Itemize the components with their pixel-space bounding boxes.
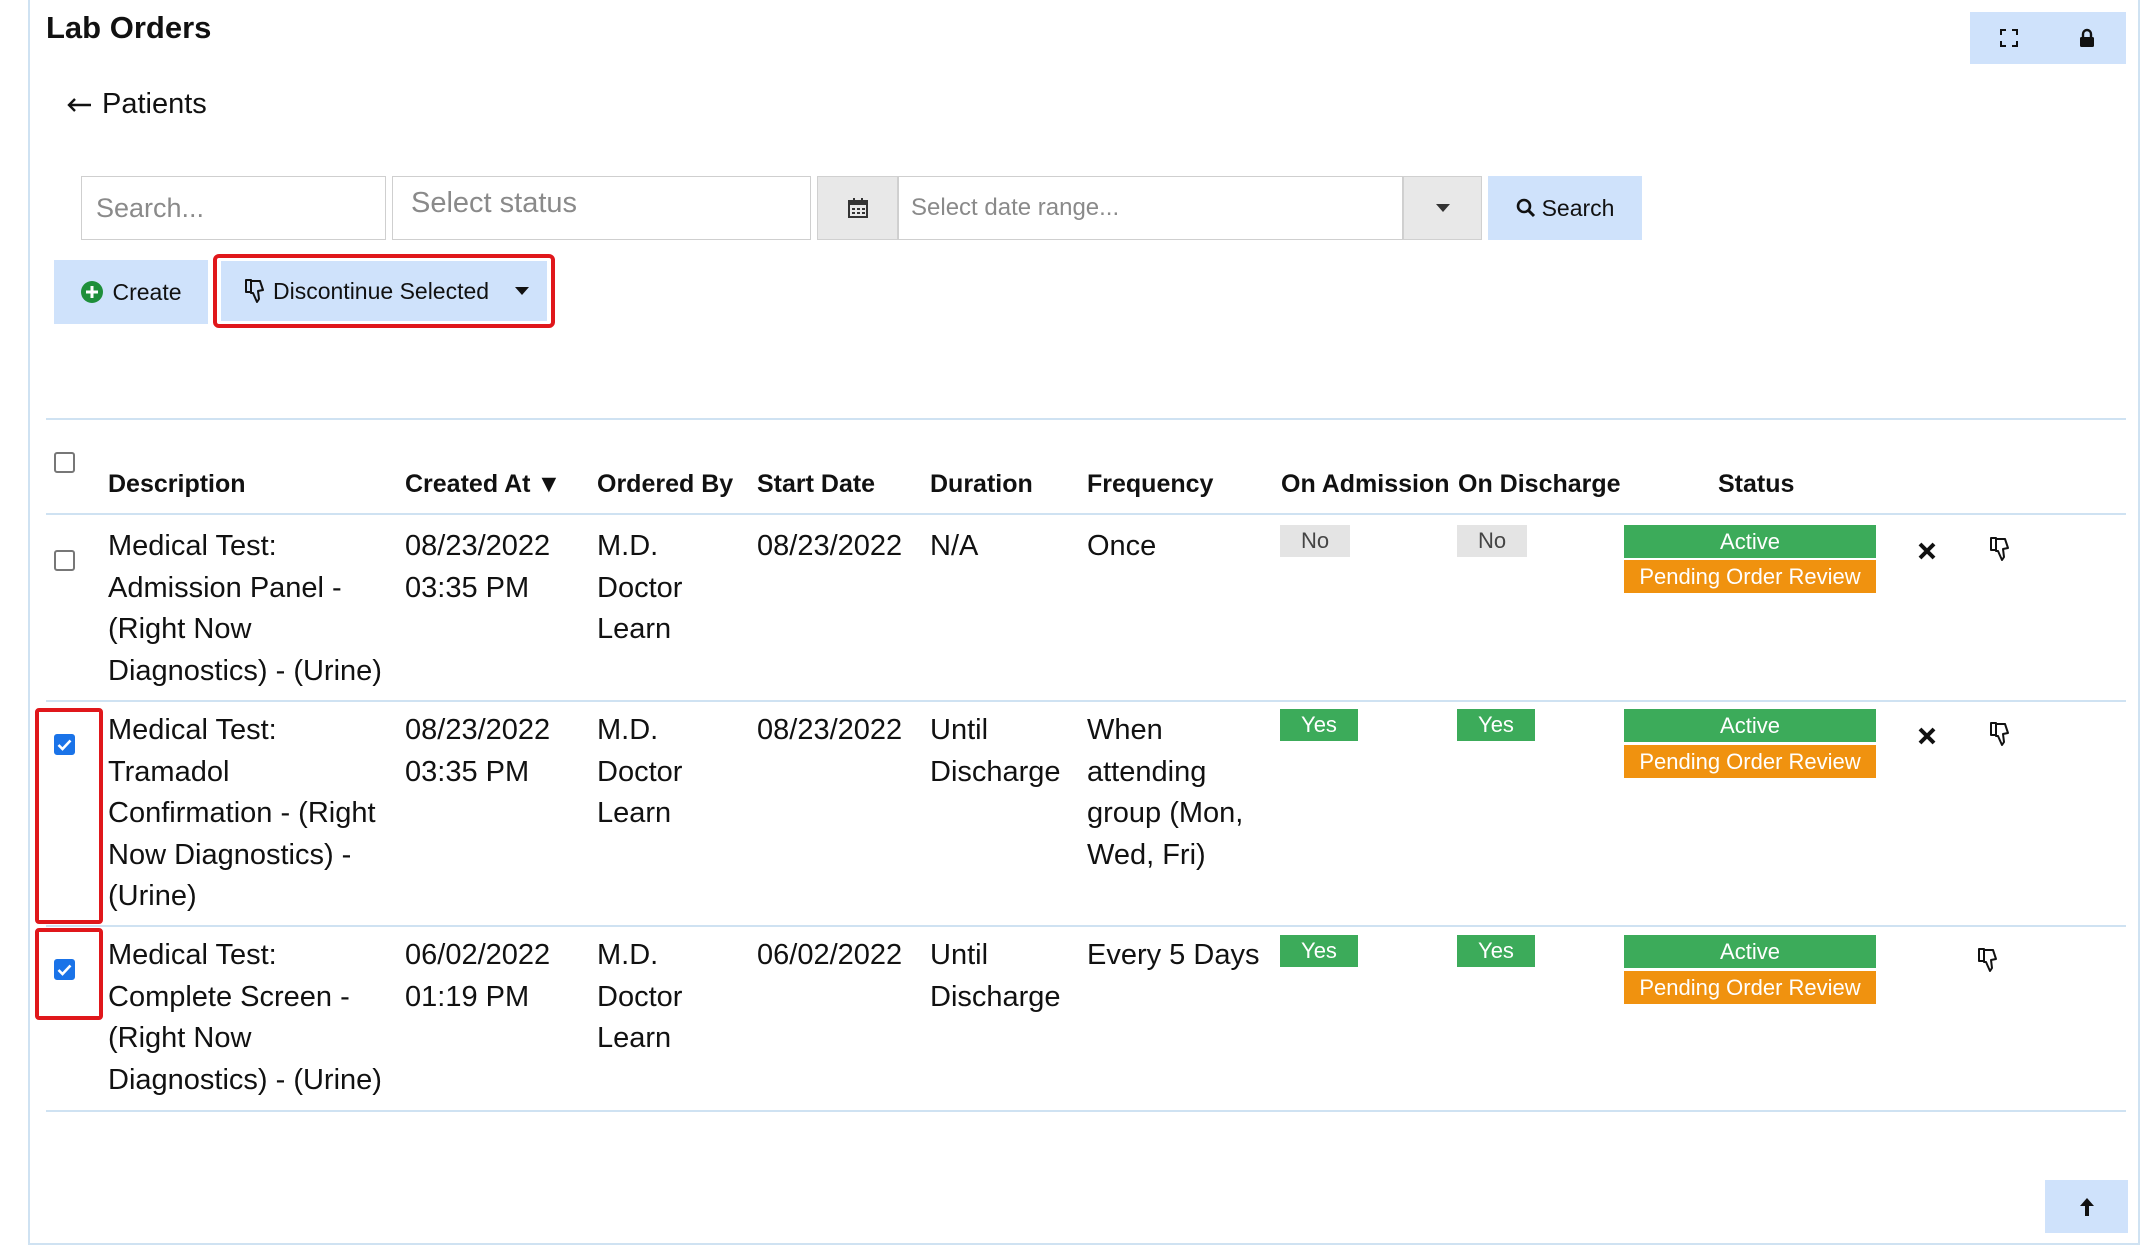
expand-button[interactable] bbox=[1970, 12, 2048, 64]
cell-frequency: When attending group (Mon, Wed, Fri) bbox=[1087, 714, 1244, 871]
discontinue-label: Discontinue Selected bbox=[273, 277, 490, 304]
on-admission-badge: Yes bbox=[1280, 935, 1358, 967]
col-frequency[interactable]: Frequency bbox=[1087, 470, 1213, 499]
discontinue-order-button[interactable] bbox=[1984, 718, 2016, 750]
col-created-at-label: Created At bbox=[405, 470, 531, 498]
create-button[interactable]: Create bbox=[54, 260, 208, 324]
row-divider bbox=[46, 700, 2126, 702]
thumbs-down-icon bbox=[245, 279, 264, 303]
on-discharge-badge: Yes bbox=[1457, 935, 1535, 967]
on-discharge-badge: No bbox=[1457, 525, 1527, 557]
thumbs-down-icon bbox=[1990, 722, 2009, 746]
status-pending-badge: Pending Order Review bbox=[1624, 560, 1876, 593]
back-label: Patients bbox=[102, 88, 207, 120]
table-bottom-divider bbox=[46, 1110, 2126, 1112]
cell-ordered-by: M.D. Doctor Learn bbox=[597, 530, 683, 645]
cell-start-date: 06/02/2022 bbox=[757, 939, 903, 971]
col-duration[interactable]: Duration bbox=[930, 470, 1033, 499]
thumbs-down-icon bbox=[1990, 537, 2009, 561]
status-pending-badge: Pending Order Review bbox=[1624, 971, 1876, 1004]
cell-ordered-by: M.D. Doctor Learn bbox=[597, 714, 683, 829]
cell-duration: N/A bbox=[930, 530, 979, 562]
caret-down-icon bbox=[1435, 204, 1450, 212]
date-range-dropdown[interactable] bbox=[1403, 176, 1482, 240]
arrow-up-icon bbox=[2079, 1197, 2094, 1216]
status-active-badge: Active bbox=[1624, 935, 1876, 968]
status-select[interactable]: Select status bbox=[392, 176, 811, 240]
col-start-date[interactable]: Start Date bbox=[757, 470, 875, 499]
cell-ordered-by: M.D. Doctor Learn bbox=[597, 939, 683, 1054]
cell-created-at: 06/02/2022 01:19 PM bbox=[405, 939, 551, 1013]
row-checkbox[interactable] bbox=[54, 550, 75, 571]
cell-created-at: 08/23/2022 03:35 PM bbox=[405, 530, 551, 604]
discontinue-dropdown-toggle[interactable] bbox=[515, 287, 529, 295]
cell-frequency: Once bbox=[1087, 530, 1157, 562]
col-ordered-by[interactable]: Ordered By bbox=[597, 470, 733, 499]
status-active-badge: Active bbox=[1624, 709, 1876, 742]
back-to-patients-link[interactable]: Patients bbox=[66, 88, 207, 121]
date-range-input[interactable]: Select date range... bbox=[898, 176, 1403, 240]
discontinue-order-button[interactable] bbox=[1972, 944, 2004, 976]
divider bbox=[46, 418, 2126, 420]
search-placeholder: Search... bbox=[96, 192, 205, 223]
lock-icon bbox=[2080, 28, 2094, 47]
cell-description: Medical Test: Tramadol Confirmation - (Rig… bbox=[108, 714, 376, 912]
date-placeholder: Select date range... bbox=[911, 194, 1120, 221]
col-on-admission[interactable]: On Admission bbox=[1281, 470, 1450, 499]
cell-start-date: 08/23/2022 bbox=[757, 714, 903, 746]
close-icon bbox=[1918, 542, 1936, 560]
status-active-badge: Active bbox=[1624, 525, 1876, 558]
row-divider bbox=[46, 925, 2126, 927]
arrow-left-icon bbox=[66, 88, 92, 121]
page-title: Lab Orders bbox=[46, 10, 212, 45]
search-icon bbox=[1516, 198, 1535, 218]
highlight-box bbox=[35, 708, 103, 924]
cancel-order-button[interactable] bbox=[1911, 535, 1943, 567]
lock-button[interactable] bbox=[2048, 12, 2126, 64]
highlight-box bbox=[35, 928, 103, 1020]
on-admission-badge: Yes bbox=[1280, 709, 1358, 741]
on-discharge-badge: Yes bbox=[1457, 709, 1535, 741]
search-button-label: Search bbox=[1541, 194, 1615, 221]
select-all-checkbox[interactable] bbox=[54, 452, 75, 473]
discontinue-order-button[interactable] bbox=[1984, 533, 2016, 565]
expand-icon bbox=[2000, 29, 2018, 47]
header-divider bbox=[46, 513, 2126, 515]
search-input[interactable]: Search... bbox=[81, 176, 386, 240]
calendar-icon bbox=[847, 198, 868, 218]
caret-down-icon bbox=[515, 287, 529, 295]
col-status[interactable]: Status bbox=[1718, 470, 1794, 499]
on-admission-badge: No bbox=[1280, 525, 1350, 557]
cell-duration: Until Discharge bbox=[930, 714, 1061, 788]
calendar-button[interactable] bbox=[817, 176, 898, 240]
cancel-order-button[interactable] bbox=[1911, 720, 1943, 752]
thumbs-down-icon bbox=[1978, 948, 1997, 972]
panel-toolbar bbox=[1970, 12, 2126, 64]
discontinue-selected-button[interactable]: Discontinue Selected bbox=[221, 261, 547, 321]
cell-duration: Until Discharge bbox=[930, 939, 1061, 1013]
cell-description: Medical Test: Complete Screen - (Right Now… bbox=[108, 939, 382, 1096]
close-icon bbox=[1918, 727, 1936, 745]
col-description[interactable]: Description bbox=[108, 470, 246, 499]
cell-start-date: 08/23/2022 bbox=[757, 530, 903, 562]
cell-frequency: Every 5 Days bbox=[1087, 939, 1260, 971]
scroll-to-top-button[interactable] bbox=[2045, 1180, 2128, 1233]
col-on-discharge[interactable]: On Discharge bbox=[1458, 470, 1621, 499]
plus-circle-icon bbox=[81, 281, 104, 303]
status-pending-badge: Pending Order Review bbox=[1624, 745, 1876, 778]
cell-created-at: 08/23/2022 03:35 PM bbox=[405, 714, 551, 788]
create-label: Create bbox=[112, 278, 182, 305]
status-placeholder: Select status bbox=[411, 187, 578, 219]
col-created-at[interactable]: Created At ▼ bbox=[405, 470, 561, 499]
sort-desc-icon: ▼ bbox=[536, 470, 562, 498]
search-button[interactable]: Search bbox=[1488, 176, 1642, 240]
cell-description: Medical Test: Admission Panel - (Right Now… bbox=[108, 530, 382, 687]
